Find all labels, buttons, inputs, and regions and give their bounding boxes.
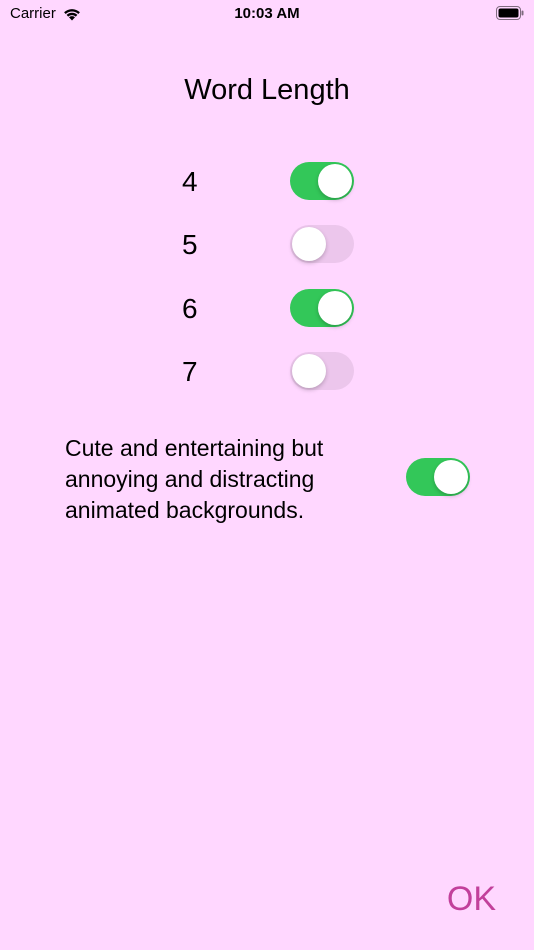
- word-length-label: 5: [182, 229, 198, 260]
- toggle-knob: [318, 291, 352, 325]
- word-length-toggle-6[interactable]: [290, 289, 354, 327]
- toggle-knob: [292, 227, 326, 261]
- animated-backgrounds-toggle[interactable]: [406, 458, 470, 496]
- word-length-row-5: 5: [0, 223, 534, 267]
- word-length-toggle-5[interactable]: [290, 225, 354, 263]
- toggle-knob: [318, 164, 352, 198]
- word-length-label: 4: [182, 166, 198, 197]
- status-bar: Carrier 10:03 AM: [0, 0, 534, 30]
- word-length-toggle-7[interactable]: [290, 352, 354, 390]
- word-length-label: 6: [182, 293, 198, 324]
- word-length-row-7: 7: [0, 350, 534, 394]
- word-length-row-6: 6: [0, 287, 534, 331]
- word-length-row-4: 4: [0, 160, 534, 204]
- toggle-knob: [292, 354, 326, 388]
- word-length-toggle-4[interactable]: [290, 162, 354, 200]
- animated-backgrounds-label: Cute and entertaining but annoying and d…: [65, 435, 324, 523]
- ok-button[interactable]: OK: [447, 880, 496, 919]
- battery-icon: [496, 6, 524, 20]
- status-time: 10:03 AM: [234, 5, 300, 22]
- word-length-label: 7: [182, 356, 198, 387]
- page-title: Word Length: [184, 74, 350, 106]
- toggle-knob: [434, 460, 468, 494]
